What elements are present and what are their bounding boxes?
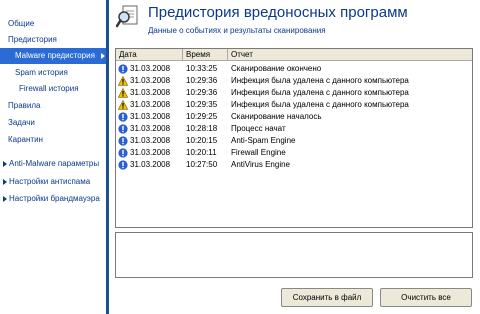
- column-header-report[interactable]: Отчет: [228, 49, 472, 61]
- cell-time: 10:20:11: [186, 148, 217, 157]
- info-icon: [118, 124, 128, 134]
- info-icon: [118, 148, 128, 158]
- table-row[interactable]: 31.03.2008 10:28:18 Процесс начат: [116, 123, 472, 134]
- sidebar-item-malware-history[interactable]: Malware предистория: [0, 48, 106, 64]
- sidebar-divider: [106, 0, 109, 314]
- table-row[interactable]: 31.03.2008 10:27:50 AntiVirus Engine: [116, 159, 472, 170]
- cell-report: Сканирование окончено: [231, 64, 322, 73]
- chevron-right-icon: [101, 53, 105, 59]
- sidebar-item-antispam-settings[interactable]: Настройки антиспама: [0, 174, 106, 190]
- cell-date: 31.03.2008: [130, 112, 171, 121]
- event-log-table[interactable]: Дата Время Отчет 31.03.2008 10:33:25 Скани…: [115, 48, 473, 228]
- cell-date: 31.03.2008: [130, 124, 171, 133]
- table-row[interactable]: 31.03.2008 10:20:11 Firewall Engine: [116, 147, 472, 158]
- cell-report: Инфекция была удалена с данного компьюте…: [231, 88, 409, 97]
- page-title: Предистория вредоносных программ: [148, 4, 408, 21]
- table-row[interactable]: 31.03.2008 10:29:25 Сканирование началось: [116, 111, 472, 122]
- sidebar-item-tasks[interactable]: Задачи: [0, 115, 106, 131]
- cell-date: 31.03.2008: [130, 64, 171, 73]
- sidebar-item-label: Настройки брандмауэра: [9, 194, 100, 203]
- cell-date: 31.03.2008: [130, 148, 171, 157]
- cell-report: Anti-Spam Engine: [231, 136, 296, 145]
- sidebar-item-label: Firewall история: [19, 84, 79, 93]
- cell-time: 10:29:36: [186, 76, 218, 85]
- sidebar-item-label: Правила: [8, 101, 41, 110]
- cell-time: 10:27:50: [186, 160, 218, 169]
- sidebar-item-general[interactable]: Общие: [0, 16, 106, 32]
- sidebar-item-label: Предистория: [8, 35, 57, 44]
- sidebar-item-label: Anti-Malware параметры: [9, 159, 100, 168]
- cell-time: 10:20:15: [186, 136, 218, 145]
- table-row[interactable]: 31.03.2008 10:20:15 Anti-Spam Engine: [116, 135, 472, 146]
- table-row[interactable]: 31.03.2008 10:33:25 Сканирование окончено: [116, 63, 472, 74]
- cell-report: Процесс начат: [231, 124, 286, 133]
- warning-icon: [118, 76, 128, 86]
- cell-date: 31.03.2008: [130, 100, 171, 109]
- expand-arrow-icon: [3, 178, 7, 185]
- details-pane: [115, 232, 473, 278]
- sidebar-item-label: Настройки антиспама: [9, 177, 91, 186]
- warning-icon: [118, 100, 128, 110]
- cell-report: AntiVirus Engine: [231, 160, 290, 169]
- sidebar-item-anti-malware-settings[interactable]: Anti-Malware параметры: [0, 156, 106, 172]
- sidebar: Общие Предистория Malware предистория Sp…: [0, 0, 108, 314]
- page-subtitle: Данные о событиях и результаты сканирова…: [148, 26, 326, 35]
- table-row[interactable]: 31.03.2008 10:29:35 Инфекция была удалена …: [116, 99, 472, 110]
- sidebar-item-label: Spam история: [15, 68, 68, 77]
- sidebar-item-rules[interactable]: Правила: [0, 98, 106, 114]
- expand-arrow-icon: [3, 195, 7, 202]
- warning-icon: [118, 88, 128, 98]
- sidebar-item-history[interactable]: Предистория: [0, 32, 106, 48]
- table-row[interactable]: 31.03.2008 10:29:36 Инфекция была удалена …: [116, 87, 472, 98]
- sidebar-item-label: Карантин: [8, 135, 43, 144]
- cell-report: Firewall Engine: [231, 148, 286, 157]
- sidebar-item-spam-history[interactable]: Spam история: [0, 65, 106, 81]
- cell-date: 31.03.2008: [130, 160, 171, 169]
- cell-report: Сканирование началось: [231, 112, 322, 121]
- clear-all-button[interactable]: Очистить все: [380, 288, 472, 307]
- cell-report: Инфекция была удалена с данного компьюте…: [231, 76, 409, 85]
- magnifier-document-icon: [116, 5, 138, 28]
- cell-time: 10:29:35: [186, 100, 218, 109]
- cell-time: 10:28:18: [186, 124, 218, 133]
- cell-time: 10:33:25: [186, 64, 218, 73]
- cell-time: 10:29:36: [186, 88, 218, 97]
- info-icon: [118, 64, 128, 74]
- expand-arrow-icon: [3, 160, 7, 167]
- cell-date: 31.03.2008: [130, 76, 171, 85]
- cell-time: 10:29:25: [186, 112, 218, 121]
- info-icon: [118, 160, 128, 170]
- column-header-date[interactable]: Дата: [116, 49, 183, 61]
- table-row[interactable]: 31.03.2008 10:29:36 Инфекция была удалена …: [116, 75, 472, 86]
- info-icon: [118, 112, 128, 122]
- column-header-time[interactable]: Время: [183, 49, 228, 61]
- save-to-file-button[interactable]: Сохранить в файл: [281, 288, 373, 307]
- cell-report: Инфекция была удалена с данного компьюте…: [231, 100, 409, 109]
- sidebar-item-label: Задачи: [8, 118, 35, 127]
- cell-date: 31.03.2008: [130, 136, 171, 145]
- cell-date: 31.03.2008: [130, 88, 171, 97]
- sidebar-item-quarantine[interactable]: Карантин: [0, 132, 106, 148]
- sidebar-item-firewall-history[interactable]: Firewall история: [0, 81, 106, 97]
- sidebar-item-label: Общие: [8, 19, 35, 28]
- table-header: Дата Время Отчет: [116, 49, 472, 61]
- sidebar-item-firewall-settings[interactable]: Настройки брандмауэра: [0, 191, 106, 207]
- sidebar-item-label: Malware предистория: [15, 51, 95, 60]
- info-icon: [118, 136, 128, 146]
